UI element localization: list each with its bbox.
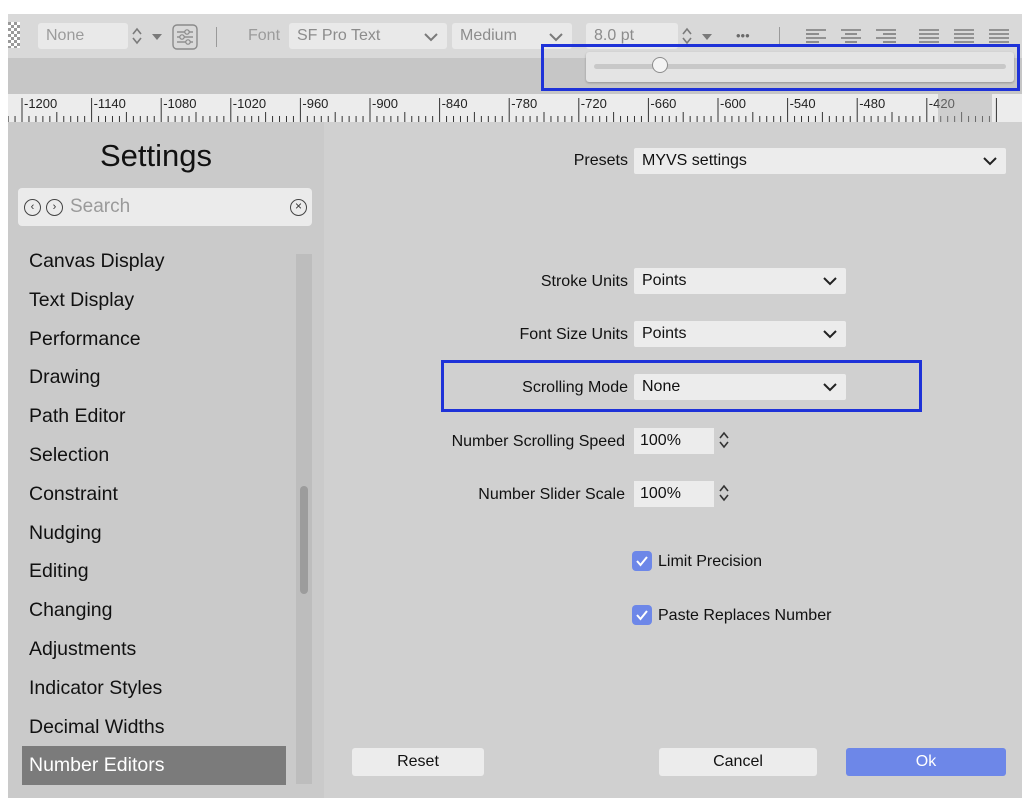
paste-replaces-number-checkbox[interactable] <box>632 605 652 625</box>
scroll-speed-value: 100% <box>640 432 681 449</box>
font-family-select[interactable]: SF Pro Text <box>289 23 447 49</box>
font-label: Font <box>248 27 281 44</box>
ruler-label: -480 <box>859 96 886 111</box>
justify-left-icon[interactable] <box>918 28 940 44</box>
settings-sidebar: Settings ‹ › × Canvas DisplayText Displa… <box>8 122 324 798</box>
forward-arrow-icon[interactable]: › <box>46 199 63 216</box>
ruler-label: -1080 <box>163 96 197 111</box>
ruler-label: -900 <box>372 96 399 111</box>
style-field[interactable]: None <box>38 23 128 49</box>
settings-category-list: Canvas Display Text Display Performance Dra… <box>22 242 286 786</box>
style-dropdown-icon[interactable] <box>151 33 163 41</box>
stroke-units-label: Stroke Units <box>540 273 628 290</box>
presets-select[interactable]: MYVS settings <box>634 148 1006 174</box>
chevron-down-icon <box>983 157 997 166</box>
justify-all-icon[interactable] <box>988 28 1010 44</box>
justify-center-icon[interactable] <box>953 28 975 44</box>
stroke-units-select[interactable]: Points <box>634 268 846 294</box>
font-weight-value: Medium <box>460 27 517 44</box>
sidebar-item-indicator-styles[interactable]: Indicator Styles <box>22 669 286 708</box>
stroke-units-value: Points <box>642 272 687 289</box>
slider-scale-field[interactable]: 100% <box>634 481 714 507</box>
sidebar-item-nudging[interactable]: Nudging <box>22 514 286 553</box>
search-input[interactable] <box>70 192 270 222</box>
reset-button[interactable]: Reset <box>352 748 484 776</box>
ok-button[interactable]: Ok <box>846 748 1006 776</box>
horizontal-ruler[interactable]: -1200 -1140 -1080 -1020 -960 -900 -840 -780 -720… <box>8 94 1022 122</box>
font-size-units-select[interactable]: Points <box>634 321 846 347</box>
presets-value: MYVS settings <box>642 152 747 169</box>
chevron-down-icon <box>823 330 837 339</box>
ruler-label: -780 <box>511 96 538 111</box>
slider-scale-value: 100% <box>640 485 681 502</box>
font-size-dropdown-icon[interactable] <box>701 33 713 41</box>
sidebar-item-canvas-display[interactable]: Canvas Display <box>22 242 286 281</box>
ruler-label: -1200 <box>24 96 58 111</box>
search-bar: ‹ › × <box>18 188 312 226</box>
style-stepper-icon[interactable] <box>131 26 143 46</box>
ruler-viewport-marker <box>938 94 992 122</box>
paste-replaces-number-label: Paste Replaces Number <box>658 607 832 624</box>
limit-precision-checkbox[interactable] <box>632 551 652 571</box>
font-family-value: SF Pro Text <box>297 27 381 44</box>
align-left-icon[interactable] <box>805 28 827 44</box>
sidebar-item-text-display[interactable]: Text Display <box>22 281 286 320</box>
sidebar-item-performance[interactable]: Performance <box>22 320 286 359</box>
checkmark-icon <box>636 556 648 567</box>
scroll-speed-label: Number Scrolling Speed <box>451 433 625 450</box>
align-right-icon[interactable] <box>875 28 897 44</box>
ruler-label: -1140 <box>93 96 126 111</box>
font-size-stepper-icon[interactable] <box>681 26 693 46</box>
sidebar-scrollbar-thumb[interactable] <box>300 486 308 594</box>
scroll-speed-stepper-icon[interactable] <box>718 430 730 450</box>
slider-scale-stepper-icon[interactable] <box>718 483 730 503</box>
ruler-label: -1020 <box>232 96 267 111</box>
sidebar-item-number-editors[interactable]: Number Editors <box>22 746 286 786</box>
ruler-label: -600 <box>720 96 747 111</box>
settings-title: Settings <box>99 138 212 173</box>
sidebar-item-selection[interactable]: Selection <box>22 436 286 475</box>
align-center-icon[interactable] <box>840 28 862 44</box>
ruler-label: -720 <box>580 96 607 111</box>
font-size-units-label: Font Size Units <box>519 326 628 343</box>
sidebar-item-editing[interactable]: Editing <box>22 552 286 591</box>
ruler-label: -540 <box>789 96 816 111</box>
cancel-button[interactable]: Cancel <box>659 748 817 776</box>
sidebar-item-changing[interactable]: Changing <box>22 591 286 630</box>
ruler-label: -660 <box>650 96 677 111</box>
slider-scale-label: Number Slider Scale <box>478 486 625 503</box>
sidebar-item-path-editor[interactable]: Path Editor <box>22 397 286 436</box>
presets-label: Presets <box>573 152 628 169</box>
slider-highlight-box <box>541 44 1020 91</box>
chevron-down-icon <box>549 33 563 42</box>
ruler-label: -960 <box>302 96 329 111</box>
sidebar-scrollbar[interactable] <box>296 254 312 784</box>
scroll-speed-field[interactable]: 100% <box>634 428 714 454</box>
sidebar-item-drawing[interactable]: Drawing <box>22 358 286 397</box>
font-size-units-value: Points <box>642 325 687 342</box>
sidebar-item-decimal-widths[interactable]: Decimal Widths <box>22 708 286 747</box>
chevron-down-icon <box>823 277 837 286</box>
font-size-value: 8.0 pt <box>594 27 635 44</box>
number-editors-panel: Presets MYVS settings Stroke Units Point… <box>324 122 1022 798</box>
toolbar-divider <box>216 27 217 47</box>
style-options-icon[interactable] <box>172 24 198 50</box>
checkmark-icon <box>636 610 648 621</box>
style-value: None <box>46 27 85 44</box>
scrolling-mode-highlight-box <box>441 360 922 412</box>
sidebar-item-adjustments[interactable]: Adjustments <box>22 630 286 669</box>
ruler-label: -840 <box>441 96 468 111</box>
chevron-down-icon <box>424 33 438 42</box>
checker-swatch-icon[interactable] <box>8 22 20 48</box>
limit-precision-label: Limit Precision <box>658 553 763 570</box>
back-arrow-icon[interactable]: ‹ <box>24 199 41 216</box>
clear-search-icon[interactable]: × <box>290 199 307 216</box>
sidebar-item-constraint[interactable]: Constraint <box>22 475 286 514</box>
